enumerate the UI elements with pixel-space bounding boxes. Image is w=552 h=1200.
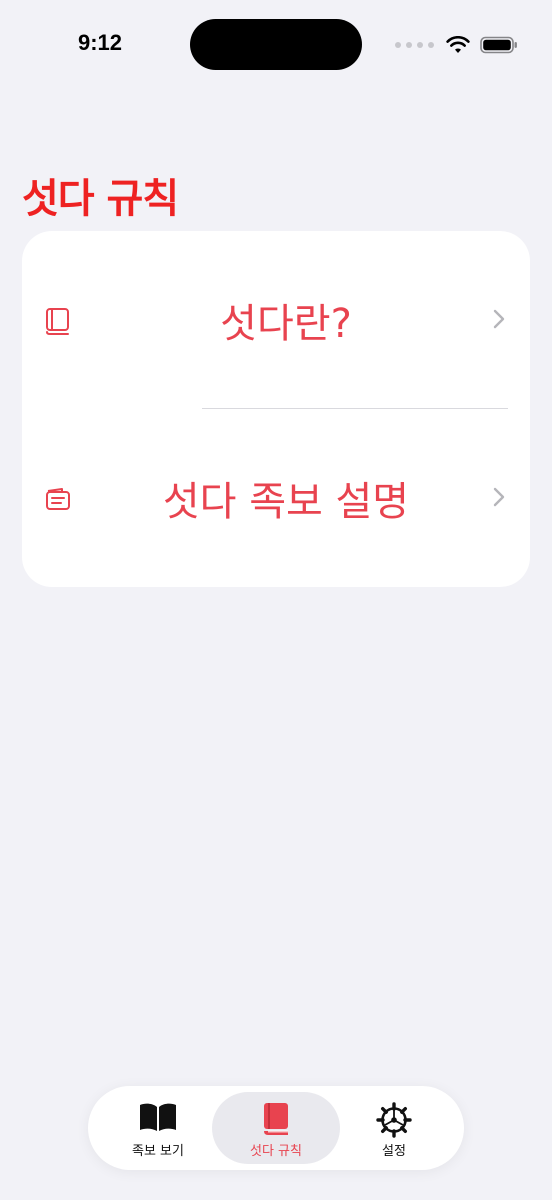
signal-dots-icon xyxy=(395,42,434,48)
gear-icon xyxy=(376,1102,412,1138)
tab-rules[interactable]: 섯다 규칙 xyxy=(212,1092,340,1164)
screen: 9:12 섯다 규칙 섯다란? 섯다 족보 설명 족보 보기 섯다 규칙 설정 xyxy=(0,0,552,1200)
closed-book-icon xyxy=(264,1103,288,1135)
book-icon xyxy=(46,308,69,335)
page-title: 섯다 규칙 xyxy=(22,176,179,222)
tab-label: 섯다 규칙 xyxy=(250,1144,302,1159)
open-book-icon xyxy=(140,1103,176,1131)
list-item-label: 섯다 족보 설명 xyxy=(162,479,410,525)
status-indicators xyxy=(395,36,518,54)
tab-label: 설정 xyxy=(382,1144,406,1159)
list-item-label: 섯다란? xyxy=(220,301,352,347)
dynamic-island xyxy=(190,19,362,70)
tab-bar: 족보 보기 섯다 규칙 설정 xyxy=(88,1086,464,1170)
chevron-right-icon xyxy=(493,309,505,329)
list-item-what-is-seotda[interactable]: 섯다란? xyxy=(22,231,530,409)
tab-label: 족보 보기 xyxy=(132,1144,184,1159)
status-time: 9:12 xyxy=(78,30,123,55)
note-icon xyxy=(46,488,70,510)
rules-list-card: 섯다란? 섯다 족보 설명 xyxy=(22,231,530,587)
wifi-icon xyxy=(446,36,470,53)
tab-jokbo[interactable]: 족보 보기 xyxy=(112,1092,204,1164)
battery-icon xyxy=(480,36,517,54)
tab-settings[interactable]: 설정 xyxy=(348,1092,440,1164)
chevron-right-icon xyxy=(493,487,505,507)
list-item-jokbo-explanation[interactable]: 섯다 족보 설명 xyxy=(22,409,530,587)
